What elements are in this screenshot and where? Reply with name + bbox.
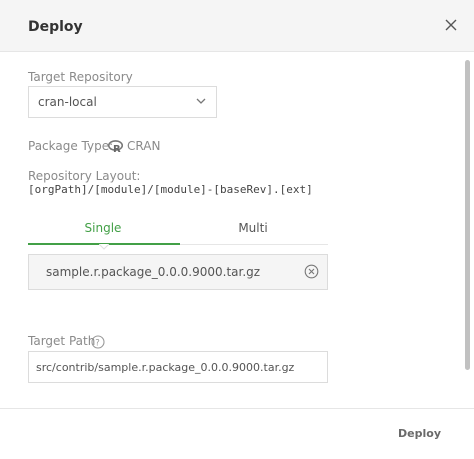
package-type-value: CRAN xyxy=(127,139,161,153)
tab-single[interactable]: Single xyxy=(28,221,178,235)
chevron-down-icon xyxy=(196,98,206,104)
selected-file: sample.r.package_0.0.0.9000.tar.gz xyxy=(28,254,328,290)
repository-layout-value: [orgPath]/[module]/[module]-[baseRev].[e… xyxy=(28,183,313,196)
dialog-footer: Deploy xyxy=(0,408,474,459)
deploy-button[interactable]: Deploy xyxy=(398,427,441,440)
tab-multi[interactable]: Multi xyxy=(178,221,328,235)
target-repository-value: cran-local xyxy=(38,95,97,109)
dialog-header: Deploy xyxy=(0,0,474,52)
cran-r-icon: R xyxy=(108,140,123,153)
target-repository-label: Target Repository xyxy=(28,70,133,84)
package-type-row: Package Type: R CRAN xyxy=(28,139,160,155)
svg-text:R: R xyxy=(113,144,121,153)
file-name: sample.r.package_0.0.0.9000.tar.gz xyxy=(46,265,261,279)
close-icon[interactable] xyxy=(442,16,460,34)
active-tab-caret xyxy=(99,244,109,250)
target-repository-select[interactable]: cran-local xyxy=(28,86,217,118)
svg-text:?: ? xyxy=(95,338,100,348)
target-path-label: Target Path xyxy=(28,334,96,348)
remove-circle-icon[interactable] xyxy=(304,264,319,279)
repository-layout-label: Repository Layout: xyxy=(28,169,141,183)
dialog-title: Deploy xyxy=(28,19,83,35)
scrollbar-thumb[interactable] xyxy=(465,60,470,370)
help-circle-icon[interactable]: ? xyxy=(91,335,105,349)
target-path-input[interactable] xyxy=(28,351,328,383)
deploy-mode-tabs: Single Multi xyxy=(28,216,328,250)
package-type-label: Package Type: xyxy=(28,139,114,153)
deploy-dialog: Deploy Target Repository cran-local Pack… xyxy=(0,0,474,459)
